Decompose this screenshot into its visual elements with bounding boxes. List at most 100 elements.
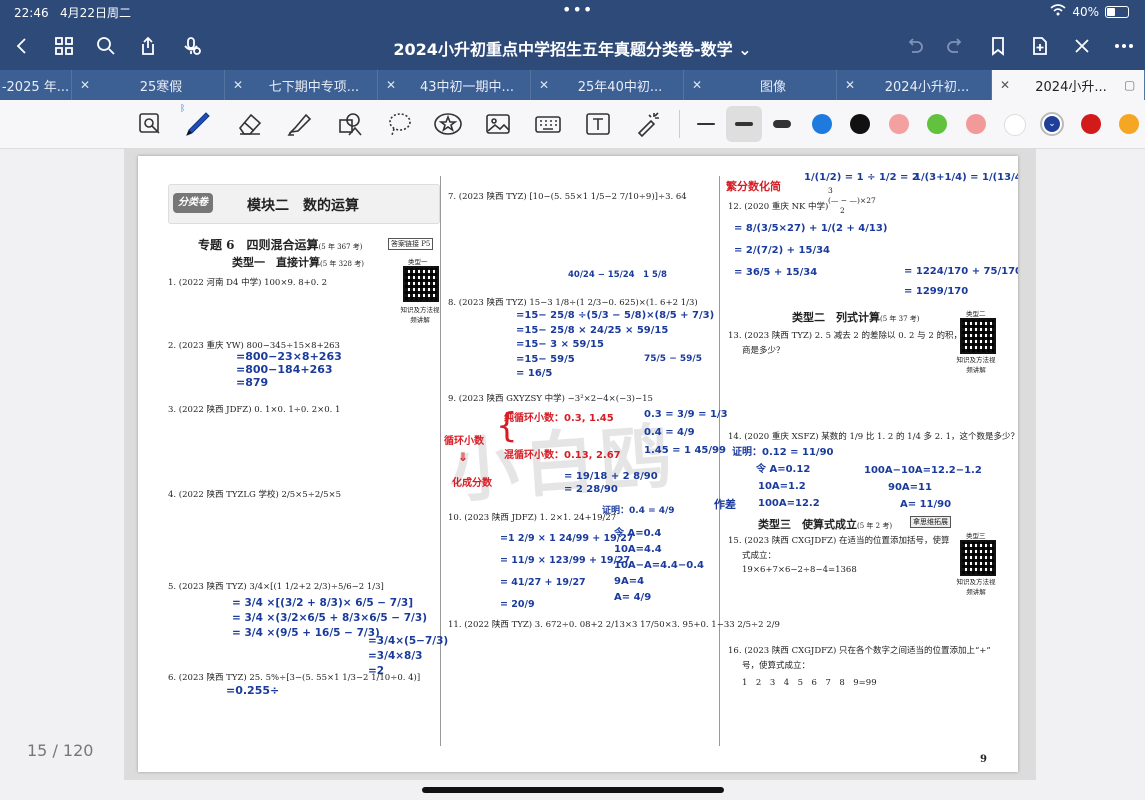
stroke-medium-icon[interactable] (726, 106, 762, 142)
back-icon[interactable] (10, 34, 34, 58)
module-badge: 分类卷 (173, 193, 213, 213)
document-viewport[interactable]: 小白鸥 分类卷 模块二 数的运算 专题 6 四则混合运算(5 年 367 考) … (124, 148, 1036, 780)
tab-7[interactable]: ✕ 2024小升初... (837, 70, 992, 100)
color-swatch-red[interactable] (1081, 114, 1101, 134)
home-indicator[interactable] (422, 787, 724, 793)
multitask-dots[interactable]: ••• (562, 0, 593, 19)
handwriting-q12-note2: 1/(3+1/4) = 1/(13/4) = 4/13 (914, 172, 1018, 183)
tab-bar: -2025 年... ✕ 25寒假 ✕ 七下期中专项... ✕ 43中初一期中... … (0, 70, 1145, 100)
bluetooth-icon: ᛒ (180, 104, 186, 114)
color-swatch-orange[interactable] (1119, 114, 1139, 134)
battery-icon (1105, 5, 1129, 18)
mic-off-icon[interactable] (180, 34, 204, 58)
sticker-icon[interactable] (432, 108, 464, 140)
close-icon[interactable]: ✕ (378, 78, 404, 92)
close-icon[interactable]: ✕ (992, 78, 1018, 92)
handwriting-q6: =0.255÷ (226, 684, 280, 697)
chevron-down-icon: ⌄ (1044, 116, 1060, 132)
wifi-icon (1050, 4, 1066, 19)
qr-caption: 知识及方法视频讲解 (400, 306, 440, 324)
page-number: 9 (980, 754, 987, 765)
color-swatch-salmon[interactable] (966, 114, 986, 134)
handwriting-q8: =15− 25/8 ÷(5/3 − 5/8)×(8/5 + 7/3) =15− 2… (516, 310, 715, 379)
handwriting-q12-right: = 1224/170 + 75/170 = 1299/170 (904, 266, 1018, 297)
color-swatch-navy-selected[interactable]: ⌄ (1040, 112, 1064, 136)
handwriting-mixed-repeating: 混循环小数：0.13, 2.67 (504, 450, 621, 461)
grid-icon[interactable] (52, 34, 76, 58)
question-1: 1. (2022 河南 D4 中学) 100×9. 8+0. 2 (168, 278, 328, 288)
handwriting-q8-side: 75/5 − 59/5 (644, 354, 702, 364)
color-swatch-blue[interactable] (812, 114, 832, 134)
handwriting-conversions: 0.3 = 3/9 = 1/3 0.4 = 4/9 1.45 = 1 45/99 (644, 409, 728, 456)
type1-title: 类型一 直接计算(5 年 328 考) (232, 256, 364, 269)
column-divider (719, 176, 720, 746)
close-icon[interactable]: ✕ (837, 78, 863, 92)
handwriting-to-fraction: 化成分数 (452, 478, 492, 489)
status-time: 22:46 4月22日周二 (14, 6, 131, 20)
close-tools-icon[interactable] (1070, 34, 1094, 58)
close-icon[interactable]: ✕ (225, 78, 251, 92)
search-icon[interactable] (94, 34, 118, 58)
module-title: 模块二 数的运算 (247, 198, 359, 214)
color-swatch-white[interactable] (1004, 114, 1026, 136)
type2-title: 类型二 列式计算(5 年 37 考) (792, 311, 920, 324)
keyboard-icon[interactable] (532, 108, 564, 140)
lasso-icon[interactable] (384, 108, 416, 140)
image-icon[interactable] (482, 108, 514, 140)
highlighter-icon[interactable] (284, 108, 316, 140)
answer-link[interactable]: 答案链接 P5 (388, 238, 434, 250)
color-swatch-black[interactable] (850, 114, 870, 134)
handwriting-complex-fraction: 繁分数化简 (726, 180, 781, 193)
text-box-icon[interactable] (582, 108, 614, 140)
close-icon[interactable]: ✕ (684, 78, 710, 92)
shape-icon[interactable] (334, 108, 366, 140)
question-16: 16. (2023 陕西 CXGJDFZ) 只在各个数字之间适当的位置添加上“+… (728, 646, 991, 656)
close-icon[interactable]: ✕ (72, 78, 98, 92)
tab-8-active[interactable]: ✕ 2024小升... ▢ (992, 70, 1145, 100)
redo-icon[interactable] (944, 34, 968, 58)
qr-code[interactable] (960, 318, 996, 354)
zoom-lasso-icon[interactable] (134, 108, 166, 140)
add-page-icon[interactable] (1028, 34, 1052, 58)
pen-icon[interactable]: ᛒ (180, 104, 214, 140)
document-title[interactable]: 2024小升初重点中学招生五年真题分类卷-数学 ⌄ (300, 36, 845, 60)
color-swatch-pink[interactable] (889, 114, 909, 134)
module-header: 分类卷 模块二 数的运算 (168, 184, 440, 224)
question-6: 6. (2023 陕西 TYZ) 25. 5%÷[3−(5. 55×1 1/3−… (168, 673, 421, 683)
tab-2[interactable]: ✕ 25寒假 (72, 70, 225, 100)
tab-4[interactable]: ✕ 43中初一期中... (378, 70, 531, 100)
handwriting-q2: =800−23×8+263 =800−184+263 =879 (236, 350, 342, 389)
handwriting-q10-upper: = 19/18 + 2 8/90 = 2 28/90 (564, 471, 658, 495)
stroke-thin-icon[interactable] (690, 108, 722, 140)
tab-5[interactable]: ✕ 25年40中初... (531, 70, 684, 100)
tab-1[interactable]: -2025 年... (0, 70, 72, 100)
battery-text: 40% (1072, 4, 1099, 19)
qr-label: 类型二 (966, 310, 986, 318)
question-9: 9. (2023 陕西 GXYZSY 中学) −3²×2−4×(−3)−15 (448, 394, 653, 404)
qr-caption: 知识及方法视频讲解 (956, 578, 996, 596)
more-icon[interactable] (1112, 34, 1136, 58)
qr-caption: 知识及方法视频讲解 (956, 356, 996, 374)
question-4: 4. (2022 陕西 TYZLG 学校) 2/5×5÷2/5×5 (168, 490, 342, 500)
close-icon[interactable]: ✕ (531, 78, 557, 92)
document-page[interactable]: 小白鸥 分类卷 模块二 数的运算 专题 6 四则混合运算(5 年 367 考) … (138, 156, 1018, 772)
type3-title: 类型三 使算式成立(5 年 2 考) (758, 518, 893, 531)
qr-label: 类型三 (966, 532, 986, 540)
qr-code[interactable] (960, 540, 996, 576)
bookmark-icon[interactable] (986, 34, 1010, 58)
share-icon[interactable] (136, 34, 160, 58)
split-view-icon[interactable]: ▢ (1124, 78, 1144, 92)
eraser-icon[interactable] (234, 108, 266, 140)
question-14: 14. (2020 重庆 XSFZ) 某数的 1/9 比 1. 2 的 1/4 … (728, 432, 1018, 442)
undo-icon[interactable] (902, 34, 926, 58)
tab-3[interactable]: ✕ 七下期中专项... (225, 70, 378, 100)
tab-6[interactable]: ✕ 图像 (684, 70, 837, 100)
color-swatch-green[interactable] (927, 114, 947, 134)
handwriting-repeating-decimal: 循环小数 (444, 436, 484, 447)
type3-badge[interactable]: 拿思维拓展 (910, 516, 951, 528)
stroke-thick-icon[interactable] (766, 108, 798, 140)
question-16-equation: 1 2 3 4 5 6 7 8 9=99 (742, 678, 877, 688)
qr-code[interactable] (403, 266, 439, 302)
question-16-line2: 号，使算式成立： (742, 661, 811, 671)
laser-pointer-icon[interactable] (632, 108, 664, 140)
